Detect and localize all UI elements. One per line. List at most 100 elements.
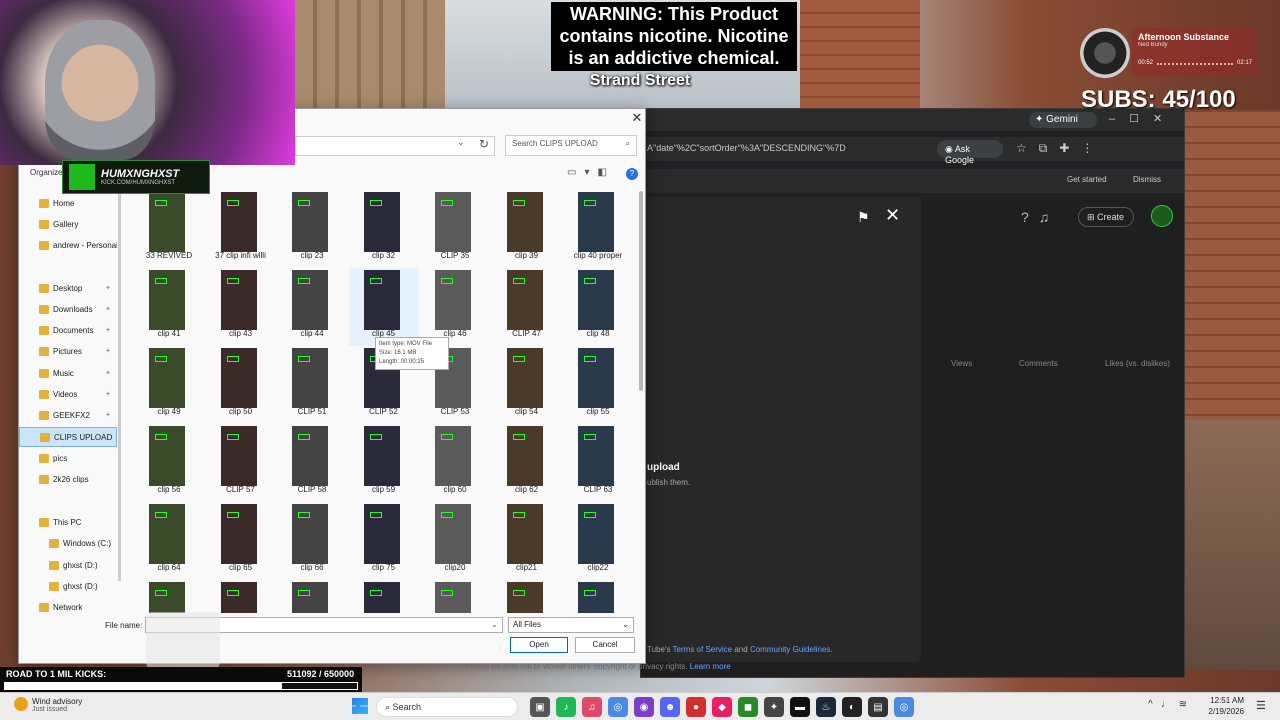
learn-more-link[interactable]: Learn more [690, 662, 731, 671]
column-views[interactable]: Views [951, 359, 972, 368]
file-tile[interactable]: clip 40 proper [563, 190, 633, 268]
file-tile[interactable]: 37 clip infi willi [206, 190, 276, 268]
menu-icon[interactable]: ⋮ [1081, 141, 1105, 155]
steam-icon[interactable]: ♨ [816, 697, 836, 717]
help-icon[interactable]: ? [1021, 209, 1039, 225]
file-tile[interactable]: CLIP 35 [420, 190, 490, 268]
file-tile[interactable]: clip22 [563, 502, 633, 580]
file-tile[interactable] [134, 580, 204, 613]
file-tile[interactable]: CLIP 63 [563, 424, 633, 502]
app-icon-dark[interactable]: ✦ [764, 697, 784, 717]
clock[interactable]: 12:51 AM 2/19/2026 [1196, 695, 1244, 717]
address-breadcrumb[interactable] [295, 136, 495, 156]
file-type-select[interactable]: All Files ⌄ [508, 617, 634, 633]
nav-item[interactable]: Pictures ✦ [19, 341, 117, 361]
discord-icon[interactable]: ☻ [660, 697, 680, 717]
cancel-button[interactable]: Cancel [575, 637, 635, 653]
avatar[interactable] [1151, 205, 1173, 227]
file-tile[interactable] [420, 580, 490, 613]
spotify-icon[interactable]: ♪ [556, 697, 576, 717]
file-tile[interactable]: clip 60 [420, 424, 490, 502]
obs-icon[interactable]: ◐ [842, 697, 862, 717]
file-tile[interactable] [206, 580, 276, 613]
nav-item[interactable]: ghxst (D:) [19, 576, 117, 596]
nav-item[interactable]: Windows (C:) [19, 533, 117, 553]
column-likes[interactable]: Likes (vs. dislikes) [1105, 359, 1170, 368]
extension-icon[interactable]: ⧉ [1039, 141, 1060, 155]
nav-item[interactable]: pics [19, 448, 117, 468]
nav-item[interactable]: Downloads ✦ [19, 299, 117, 319]
feedback-icon[interactable]: ⚑ [857, 209, 870, 226]
ask-google-button[interactable]: ◉ Ask Google [937, 140, 1003, 165]
chevron-down-icon[interactable]: ⌄ [457, 137, 465, 148]
guidelines-link[interactable]: Community Guidelines. [750, 645, 833, 654]
get-started-button[interactable]: Get started [1067, 175, 1107, 184]
create-button[interactable]: ⊞ Create [1078, 207, 1134, 227]
view-icon[interactable]: ▭ [567, 167, 584, 178]
puzzle-icon[interactable]: ✚ [1059, 141, 1081, 155]
studio-header-icons[interactable]: ?♫ [1021, 209, 1059, 225]
dismiss-button[interactable]: Dismiss [1133, 175, 1161, 184]
nav-item[interactable]: GEEKFX2 ✦ [19, 405, 117, 425]
file-tile[interactable]: 33 REVIVED [134, 190, 204, 268]
refresh-icon[interactable]: ↻ [479, 137, 489, 151]
mic-icon[interactable]: ♩ [1161, 699, 1179, 710]
file-tile[interactable]: clip 44 [277, 268, 347, 346]
dialog-close-button[interactable]: ✕ [629, 110, 645, 126]
file-tile[interactable]: clip 41 [134, 268, 204, 346]
app-icon-red[interactable]: ● [686, 697, 706, 717]
browser-address-bar[interactable]: A"date"%2C"sortOrder"%3A"DESCENDING"%7D … [641, 137, 1184, 165]
search-input[interactable]: Search CLIPS UPLOAD ⌕ [505, 135, 637, 156]
terms-link[interactable]: Terms of Service [673, 645, 733, 654]
nav-item[interactable]: Music ✦ [19, 363, 117, 383]
nav-scrollbar[interactable] [118, 191, 121, 581]
notification-icon[interactable]: ☰ [1256, 699, 1266, 712]
task-view-icon[interactable]: ▣ [530, 697, 550, 717]
wifi-icon[interactable]: ≋ [1179, 699, 1195, 710]
nav-item[interactable]: Videos ✦ [19, 384, 117, 404]
app-icon-green[interactable]: ◼ [738, 697, 758, 717]
chrome-icon[interactable]: ◎ [608, 697, 628, 717]
nav-item[interactable]: Gallery [19, 214, 117, 234]
system-tray[interactable]: ^♩≋ [1148, 699, 1195, 710]
file-tile[interactable]: CLIP 58 [277, 424, 347, 502]
taskbar-search[interactable]: ⌕ Search [376, 697, 518, 717]
nav-item[interactable]: Home [19, 193, 117, 213]
preview-pane-icon[interactable]: ◧ [597, 167, 614, 178]
terminal-icon[interactable]: ▬ [790, 697, 810, 717]
gemini-button[interactable]: ✦ Gemini [1029, 112, 1097, 128]
file-tile[interactable]: clip20 [420, 502, 490, 580]
file-tile[interactable] [492, 580, 562, 613]
nav-item[interactable]: Documents ✦ [19, 320, 117, 340]
file-tile[interactable]: CLIP 47 [492, 268, 562, 346]
file-tile[interactable]: clip 43 [206, 268, 276, 346]
file-tile[interactable]: clip 50 [206, 346, 276, 424]
chevron-down-icon[interactable]: ▾ [584, 167, 597, 178]
file-tile[interactable]: clip 45 [348, 268, 419, 346]
start-button[interactable] [352, 698, 368, 714]
chevron-up-icon[interactable]: ^ [1148, 699, 1161, 710]
chrome-icon[interactable]: ◎ [894, 697, 914, 717]
nav-item[interactable]: 2k26 clips [19, 469, 117, 489]
chevron-down-icon[interactable]: ⌄ [491, 620, 498, 629]
app-icon-purple[interactable]: ◉ [634, 697, 654, 717]
column-comments[interactable]: Comments [1019, 359, 1058, 368]
file-tile[interactable]: clip 56 [134, 424, 204, 502]
close-icon[interactable]: ✕ [885, 205, 900, 226]
open-button[interactable]: Open [510, 637, 568, 653]
weather-widget[interactable]: Wind advisory Just issued [14, 697, 82, 713]
file-tile[interactable]: clip 23 [277, 190, 347, 268]
view-buttons[interactable]: ▭▾◧ [567, 167, 615, 178]
music-app-icon[interactable]: ♫ [582, 697, 602, 717]
file-tile[interactable]: clip 64 [134, 502, 204, 580]
file-tile[interactable]: clip 62 [492, 424, 562, 502]
help-icon[interactable]: ? [626, 168, 638, 180]
file-tile[interactable]: clip 49 [134, 346, 204, 424]
file-tile[interactable]: clip 39 [492, 190, 562, 268]
file-tile[interactable]: clip 75 [349, 502, 419, 580]
file-tile[interactable] [349, 580, 419, 613]
bell-icon[interactable]: ♫ [1039, 209, 1060, 225]
file-tile[interactable]: clip 65 [206, 502, 276, 580]
nav-item[interactable]: CLIPS UPLOAD [19, 427, 117, 447]
nav-item[interactable]: ghxst (D:) [19, 555, 117, 575]
